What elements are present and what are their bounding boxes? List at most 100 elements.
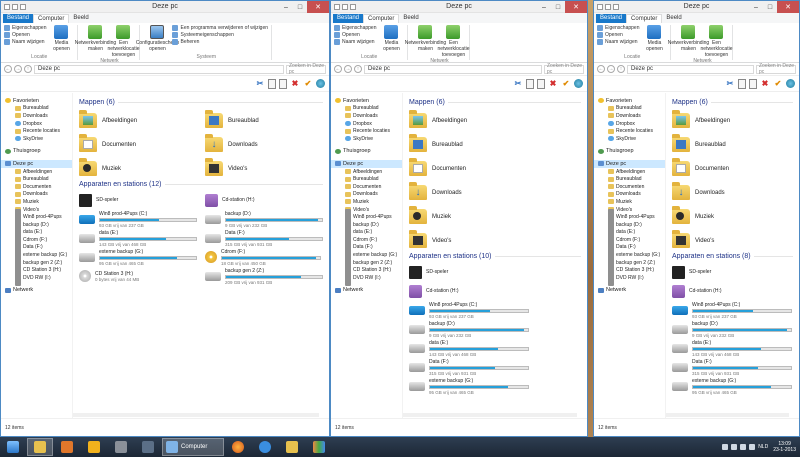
tab-computer[interactable]: Computer	[33, 14, 70, 23]
check-icon[interactable]: ✔	[303, 79, 313, 89]
cut-icon[interactable]: ✂	[725, 79, 735, 89]
nav-item[interactable]: CD Station 3 (H:)	[594, 262, 665, 279]
folder-item[interactable]: Video's	[205, 158, 323, 179]
nav-item[interactable]: externe backup (G:)	[331, 247, 402, 264]
quick-access-icon[interactable]	[334, 3, 340, 10]
nav-item[interactable]: Documenten	[331, 183, 402, 191]
quick-access-icon[interactable]	[605, 3, 611, 10]
nav-item[interactable]: Muziek	[331, 198, 402, 206]
tab-beeld[interactable]: Beeld	[69, 14, 92, 23]
taskbar-explorer-folder[interactable]	[27, 438, 53, 456]
drive-item[interactable]: externe backup (G:) 95 GB vrij van 465 GB	[409, 378, 581, 395]
taskbar-media[interactable]	[54, 438, 80, 456]
globe-icon[interactable]	[574, 79, 583, 88]
nav-item[interactable]: backup gen 2 (Z:)	[331, 254, 402, 271]
thispc-header[interactable]: Deze pc	[331, 160, 402, 168]
folder-item[interactable]: Documenten	[79, 134, 197, 155]
folder-item[interactable]: Bureaublad	[205, 110, 323, 131]
drive-item[interactable]: CD Station 3 (H:) 0 bytes vrij van 44 MB	[79, 268, 197, 284]
devices-header[interactable]: Apparaten en stations (10)	[409, 253, 581, 260]
maximize-button[interactable]: □	[293, 1, 307, 13]
quick-access-icon[interactable]	[613, 3, 619, 10]
taskbar-computer[interactable]: Computer	[162, 438, 224, 456]
copy-icon[interactable]	[738, 78, 746, 89]
folder-item[interactable]: Documenten	[672, 158, 793, 179]
check-icon[interactable]: ✔	[773, 79, 783, 89]
nav-item[interactable]: Documenten	[1, 183, 72, 191]
nav-item[interactable]: Bureaublad	[331, 175, 402, 183]
quick-access-icon[interactable]	[597, 3, 603, 10]
nav-item[interactable]: data (E:)	[594, 224, 665, 241]
ribbon-small-button[interactable]: Eigenschappen	[597, 25, 639, 31]
forward-button[interactable]: →	[607, 65, 615, 73]
tab-beeld[interactable]: Beeld	[399, 14, 422, 23]
close-button[interactable]: ✕	[777, 1, 799, 13]
devices-header[interactable]: Apparaten en stations (12)	[79, 181, 323, 188]
nav-item[interactable]: Downloads	[1, 191, 72, 199]
favorites-header[interactable]: Favorieten	[594, 97, 665, 105]
ribbon-small-button[interactable]: Openen	[334, 32, 376, 38]
delete-icon[interactable]: ✖	[290, 79, 300, 89]
nav-item[interactable]: Afbeeldingen	[331, 168, 402, 176]
homegroup-item[interactable]: Thuisgroep	[594, 148, 665, 156]
minimize-button[interactable]: –	[279, 1, 293, 13]
network-button[interactable]: Een netwerklocatie toevoegen	[108, 25, 139, 58]
nav-item[interactable]: CD Station 3 (H:)	[331, 262, 402, 279]
cut-icon[interactable]: ✂	[513, 79, 523, 89]
horizontal-scrollbar[interactable]	[73, 413, 319, 417]
paste-icon[interactable]	[279, 78, 287, 89]
folders-header[interactable]: Mappen (6)	[672, 99, 793, 106]
address-bar[interactable]: Deze pc	[364, 64, 542, 74]
ribbon-small-button[interactable]: Naam wijzigen	[334, 39, 376, 45]
folder-item[interactable]: ↓ Downloads	[205, 134, 323, 155]
address-bar[interactable]: Deze pc	[34, 64, 284, 74]
drive-item[interactable]: Cd-station (H:)	[672, 283, 793, 299]
globe-icon[interactable]	[786, 79, 795, 88]
ribbon-small-button[interactable]: Systeemeigenschappen	[172, 32, 268, 38]
nav-item[interactable]: DVD RW (I:)	[594, 269, 665, 286]
drive-item[interactable]: SD-speler	[672, 264, 793, 280]
ribbon-small-button[interactable]: Openen	[597, 32, 639, 38]
folder-item[interactable]: Afbeeldingen	[79, 110, 197, 131]
drive-item[interactable]: backup (D:) 9 GB vrij van 232 GB	[672, 321, 793, 338]
drive-item[interactable]: externe backup (G:) 95 GB vrij van 465 GB	[79, 249, 197, 266]
nav-item[interactable]: Win8 prod-4Pups	[1, 209, 72, 226]
drive-item[interactable]: data (E:) 143 GB vrij van 468 GB	[672, 340, 793, 357]
nav-item[interactable]: Data (F:)	[594, 239, 665, 256]
search-input[interactable]: Zoeken in Deze pc	[544, 63, 584, 75]
drive-item[interactable]: data (E:) 143 GB vrij van 468 GB	[79, 230, 197, 247]
media-button[interactable]: Media openen	[48, 25, 74, 54]
drive-item[interactable]: backup (D:) 9 GB vrij van 232 GB	[205, 211, 323, 228]
nav-item[interactable]: Muziek	[594, 198, 665, 206]
network-item[interactable]: Netwerk	[1, 287, 72, 295]
quick-access-icon[interactable]	[342, 3, 348, 10]
network-item[interactable]: Netwerk	[331, 287, 402, 295]
nav-item[interactable]: Video's	[1, 206, 72, 214]
nav-item[interactable]: Data (F:)	[331, 239, 402, 256]
tab-bestand[interactable]: Bestand	[333, 14, 364, 23]
tab-beeld[interactable]: Beeld	[662, 14, 685, 23]
ribbon-small-button[interactable]: Eigenschappen	[334, 25, 376, 31]
nav-item[interactable]: Downloads	[1, 112, 72, 120]
paste-icon[interactable]	[537, 78, 545, 89]
minimize-button[interactable]: –	[749, 1, 763, 13]
taskbar-app-yellow[interactable]	[81, 438, 107, 456]
address-bar[interactable]: Deze pc	[627, 64, 754, 74]
taskbar-firefox[interactable]	[225, 438, 251, 456]
nav-item[interactable]: externe backup (G:)	[1, 247, 72, 264]
quick-access-icon[interactable]	[12, 3, 18, 10]
network-button[interactable]: Netwerkverbinding maken	[405, 25, 446, 58]
folders-header[interactable]: Mappen (6)	[79, 99, 323, 106]
nav-item[interactable]: Recente locaties	[594, 127, 665, 135]
favorites-header[interactable]: Favorieten	[331, 97, 402, 105]
ribbon-small-button[interactable]: Naam wijzigen	[597, 39, 639, 45]
nav-item[interactable]: Bureaublad	[594, 175, 665, 183]
nav-item[interactable]: backup gen 2 (Z:)	[594, 254, 665, 271]
nav-item[interactable]: Muziek	[1, 198, 72, 206]
folder-item[interactable]: ↓ Downloads	[409, 182, 581, 203]
nav-item[interactable]: Dropbox	[594, 120, 665, 128]
media-button[interactable]: Media openen	[378, 25, 404, 54]
nav-item[interactable]: Cdrom (F:)	[594, 231, 665, 248]
network-button[interactable]: Een netwerklocatie toevoegen	[701, 25, 732, 58]
nav-item[interactable]: Afbeeldingen	[1, 168, 72, 176]
